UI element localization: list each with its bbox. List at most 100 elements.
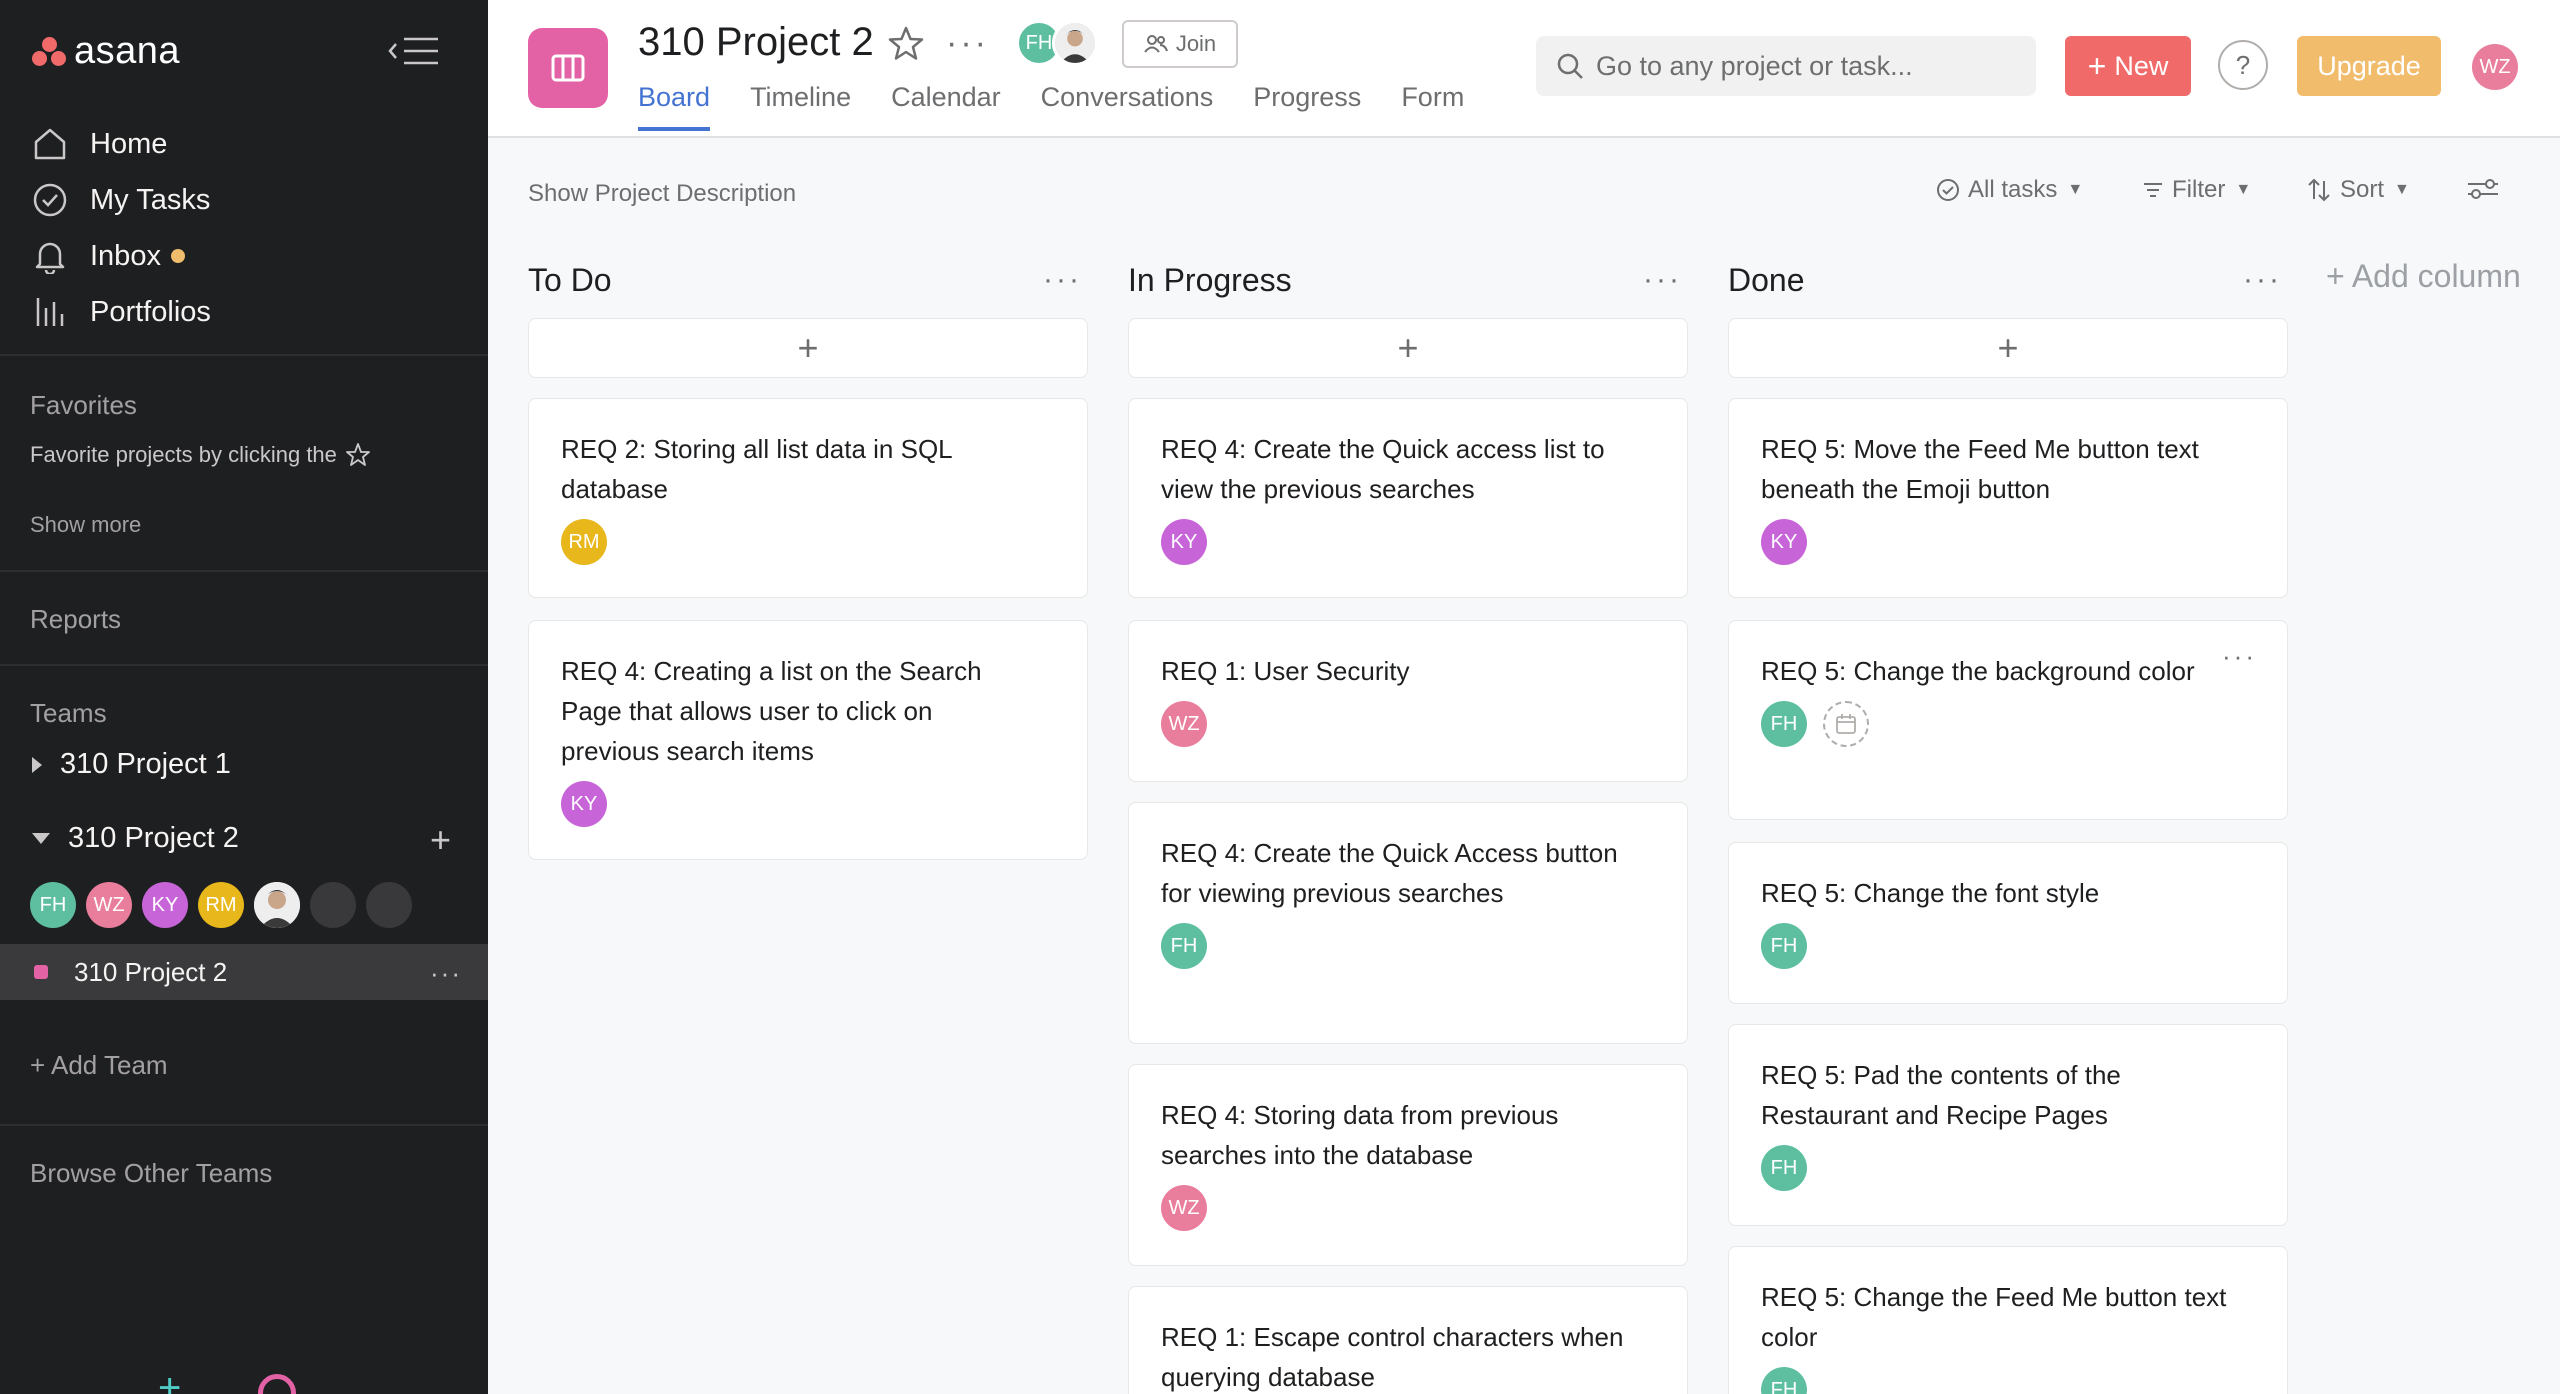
star-icon[interactable] [886,24,926,64]
sort-icon [2306,177,2332,203]
board-project-icon[interactable] [528,28,608,108]
column-title[interactable]: Done [1728,262,1805,299]
task-title: REQ 5: Change the background color [1761,656,2195,686]
column-options-icon[interactable]: ··· [1643,263,1682,297]
join-button[interactable]: Join [1122,20,1238,68]
add-to-team-icon[interactable]: + [430,822,451,858]
tab-board[interactable]: Board [638,82,711,131]
help-circle-icon[interactable] [258,1374,296,1394]
task-card[interactable]: ··· REQ 5: Change the background color F… [1728,620,2288,820]
column-options-icon[interactable]: ··· [2243,263,2282,297]
nav-my-tasks[interactable]: My Tasks [30,172,211,228]
add-task-button[interactable]: + [1728,318,2288,378]
teams-label: Teams [30,698,107,728]
invite-plus-icon[interactable]: + [158,1368,181,1394]
add-task-button[interactable]: + [1128,318,1688,378]
chevron-down-icon: ▼ [2235,181,2252,198]
tab-timeline[interactable]: Timeline [750,82,851,131]
nav-home[interactable]: Home [30,116,211,172]
task-card[interactable]: REQ 5: Pad the contents of the Restauran… [1728,1024,2288,1226]
upgrade-button[interactable]: Upgrade [2297,36,2441,96]
customize-icon[interactable] [2466,176,2500,202]
sidebar-project-item[interactable]: 310 Project 2 ··· [0,944,488,1000]
asana-logo[interactable]: asana [32,30,180,73]
assignee-avatar[interactable]: FH [1761,1145,1807,1191]
new-label: New [2114,50,2169,81]
task-card[interactable]: REQ 5: Move the Feed Me button text bene… [1728,398,2288,598]
add-team-button[interactable]: + Add Team [30,1050,168,1081]
project-title[interactable]: 310 Project 2 [638,20,874,65]
task-title: REQ 4: Create the Quick access list to v… [1161,434,1605,504]
show-more-link[interactable]: Show more [30,512,141,538]
task-card[interactable]: REQ 4: Creating a list on the Search Pag… [528,620,1088,860]
add-column-button[interactable]: + Add column [2326,258,2521,295]
team-310-project-1[interactable]: 310 Project 1 [32,748,231,781]
show-project-description[interactable]: Show Project Description [528,180,796,208]
assignee-avatar[interactable]: KY [561,781,607,827]
collapse-triangle-icon[interactable] [32,833,50,844]
collapse-sidebar-icon[interactable] [386,36,442,66]
column-title[interactable]: In Progress [1128,262,1292,299]
assignee-avatar[interactable]: WZ [1161,1185,1207,1231]
browse-other-teams-link[interactable]: Browse Other Teams [30,1158,272,1189]
project-members[interactable]: FH [1016,20,1098,66]
sidebar-project-name: 310 Project 2 [74,956,228,987]
bar-chart-icon [30,292,70,332]
task-title: REQ 4: Creating a list on the Search Pag… [561,656,982,766]
reports-link[interactable]: Reports [30,604,121,635]
avatar[interactable]: WZ [86,882,132,928]
task-card[interactable]: REQ 1: Escape control characters when qu… [1128,1286,1688,1394]
avatar-placeholder[interactable] [366,882,412,928]
tab-progress[interactable]: Progress [1253,82,1361,131]
project-options-icon[interactable]: ··· [946,24,989,63]
assignee-avatar[interactable]: FH [1761,923,1807,969]
more-options-icon[interactable]: ··· [430,958,462,989]
assignee-avatar[interactable]: KY [1161,519,1207,565]
avatar-placeholder[interactable] [310,882,356,928]
asana-logo-icon [32,36,68,67]
user-avatar[interactable]: WZ [2472,44,2518,90]
assignee-avatar[interactable]: KY [1761,519,1807,565]
assignee-avatar[interactable]: FH [1761,701,1807,747]
avatar[interactable]: RM [198,882,244,928]
favorites-label: Favorites [30,390,137,420]
expand-triangle-icon[interactable] [32,756,42,773]
task-card[interactable]: REQ 5: Change the Feed Me button text co… [1728,1246,2288,1394]
all-tasks-dropdown[interactable]: All tasks ▼ [1936,176,2083,204]
add-task-button[interactable]: + [528,318,1088,378]
task-card[interactable]: REQ 5: Change the font style FH [1728,842,2288,1004]
tab-conversations[interactable]: Conversations [1041,82,1214,131]
task-card[interactable]: REQ 4: Storing data from previous search… [1128,1064,1688,1266]
task-card[interactable]: REQ 2: Storing all list data in SQL data… [528,398,1088,598]
task-title: REQ 4: Storing data from previous search… [1161,1100,1559,1170]
assignee-avatar[interactable]: FH [1161,923,1207,969]
sidebar-nav: Home My Tasks Inbox Portfolios [30,116,211,340]
nav-inbox[interactable]: Inbox [30,228,211,284]
join-label: Join [1175,31,1217,56]
task-card[interactable]: REQ 4: Create the Quick access list to v… [1128,398,1688,598]
tab-calendar[interactable]: Calendar [891,82,1001,131]
assignee-avatar[interactable]: FH [1761,1367,1807,1394]
check-circle-icon [1936,178,1960,202]
task-card[interactable]: REQ 4: Create the Quick Access button fo… [1128,802,1688,1044]
filter-dropdown[interactable]: Filter ▼ [2142,176,2251,204]
task-card[interactable]: REQ 1: User Security WZ [1128,620,1688,782]
avatar-photo[interactable] [254,882,300,928]
avatar[interactable]: KY [142,882,188,928]
task-title: REQ 1: Escape control characters when qu… [1161,1322,1624,1392]
tab-form[interactable]: Form [1401,82,1464,131]
new-button[interactable]: + New [2065,36,2191,96]
assignee-avatar[interactable]: WZ [1161,701,1207,747]
add-team-label: Add Team [50,1050,168,1080]
column-title[interactable]: To Do [528,262,612,299]
nav-portfolios[interactable]: Portfolios [30,284,211,340]
team-310-project-2[interactable]: 310 Project 2 [32,822,239,855]
assignee-avatar[interactable]: RM [561,519,607,565]
task-options-icon[interactable]: ··· [2222,641,2257,672]
sort-dropdown[interactable]: Sort ▼ [2306,176,2410,204]
calendar-icon[interactable] [1823,701,1869,747]
column-options-icon[interactable]: ··· [1043,263,1082,297]
search-input[interactable]: Go to any project or task... [1536,36,2036,96]
help-button[interactable]: ? [2218,40,2268,90]
avatar[interactable]: FH [30,882,76,928]
